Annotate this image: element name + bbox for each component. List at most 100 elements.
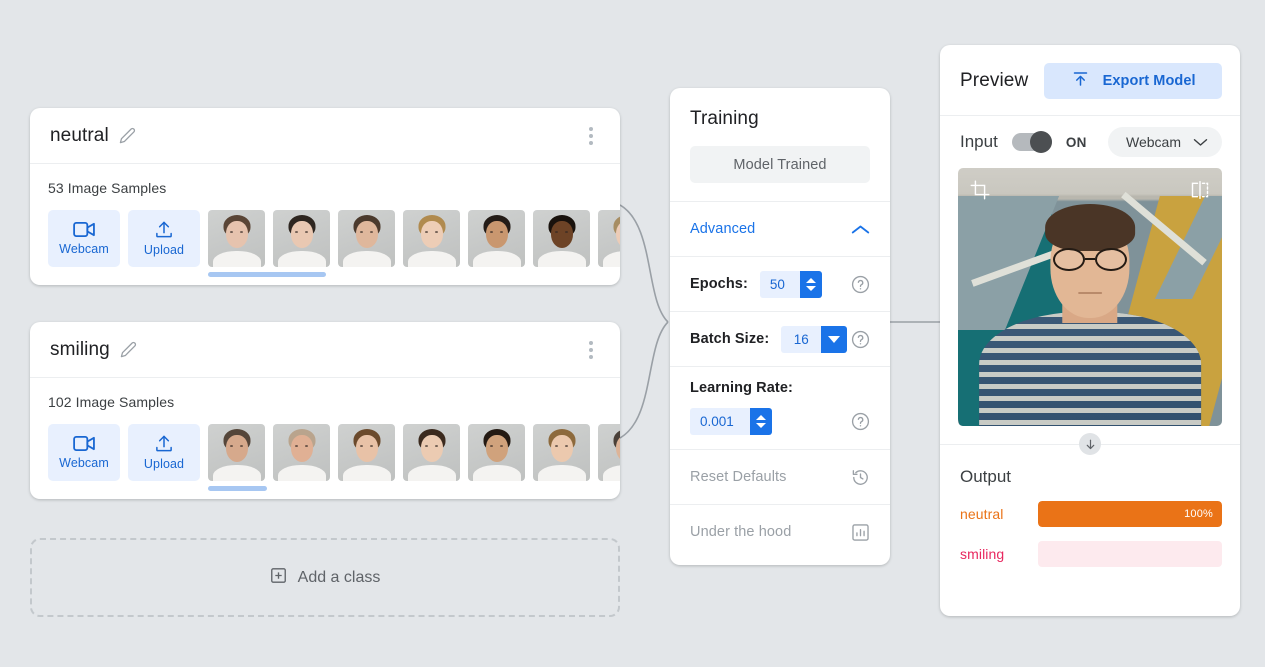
chevron-up-icon[interactable] xyxy=(851,223,870,236)
thumbnail-scroll-thumb[interactable] xyxy=(208,486,267,491)
class-card-neutral: neutral 53 Image Samples Webcam Upload xyxy=(30,108,620,285)
learning-rate-value[interactable]: 0.001 xyxy=(690,408,750,435)
under-the-hood-label: Under the hood xyxy=(690,524,791,540)
training-title: Training xyxy=(690,108,870,130)
export-model-label: Export Model xyxy=(1103,73,1196,89)
class-body: 53 Image Samples Webcam Upload xyxy=(30,164,620,285)
class-header: neutral xyxy=(30,108,620,164)
thumbnail-scrollbar[interactable] xyxy=(208,486,630,491)
sample-thumbnail[interactable] xyxy=(273,424,330,481)
under-the-hood-row[interactable]: Under the hood xyxy=(670,505,890,559)
output-row: neutral 100% xyxy=(940,501,1240,527)
add-class-button[interactable]: Add a class xyxy=(30,538,620,617)
reset-defaults-label: Reset Defaults xyxy=(690,469,787,485)
epochs-value[interactable]: 50 xyxy=(760,271,800,298)
epochs-row: Epochs: 50 xyxy=(670,257,890,311)
add-square-icon xyxy=(270,567,287,589)
sample-thumbnail[interactable] xyxy=(338,210,395,267)
class-title: neutral xyxy=(50,125,109,147)
sample-thumbnail[interactable] xyxy=(208,210,265,267)
batch-size-value[interactable]: 16 xyxy=(781,326,821,353)
edit-pencil-icon[interactable] xyxy=(119,127,136,144)
epochs-label: Epochs: xyxy=(690,276,748,292)
crop-icon[interactable] xyxy=(970,180,990,205)
sample-count-label: 53 Image Samples xyxy=(48,180,620,196)
webcam-label: Webcam xyxy=(59,456,109,470)
thumbnail-scrollbar[interactable] xyxy=(208,272,630,277)
class-title: smiling xyxy=(50,339,110,361)
output-bar-smiling xyxy=(1038,541,1222,567)
webcam-label: Webcam xyxy=(59,242,109,256)
learning-rate-row: Learning Rate: 0.001 xyxy=(670,367,890,449)
output-label-neutral: neutral xyxy=(960,506,1038,522)
output-title: Output xyxy=(940,467,1240,487)
advanced-toggle-row[interactable]: Advanced xyxy=(670,202,890,256)
edit-pencil-icon[interactable] xyxy=(120,341,137,358)
batch-size-dropdown-icon[interactable] xyxy=(821,326,847,353)
sample-thumbnail[interactable] xyxy=(533,424,590,481)
learning-rate-spinner[interactable] xyxy=(750,408,772,435)
upload-label: Upload xyxy=(144,457,184,471)
preview-panel: Preview Export Model Input ON Webcam xyxy=(940,45,1240,616)
training-panel: Training Model Trained Advanced Epochs: … xyxy=(670,88,890,565)
toggle-state-label: ON xyxy=(1066,135,1087,150)
learning-rate-stepper[interactable]: 0.001 xyxy=(690,408,772,435)
sample-thumbnail[interactable] xyxy=(533,210,590,267)
export-upload-icon xyxy=(1071,70,1090,92)
input-source-value: Webcam xyxy=(1126,134,1181,150)
epochs-spinner[interactable] xyxy=(800,271,822,298)
sample-thumbnail[interactable] xyxy=(468,424,525,481)
reset-defaults-row[interactable]: Reset Defaults xyxy=(670,450,890,504)
output-percent-neutral: 100% xyxy=(1184,508,1222,520)
train-model-button[interactable]: Model Trained xyxy=(690,146,870,183)
input-source-select[interactable]: Webcam xyxy=(1108,127,1222,157)
class-menu-icon[interactable] xyxy=(580,337,602,363)
learning-rate-help-icon[interactable] xyxy=(851,412,870,431)
sample-thumbnail[interactable] xyxy=(403,210,460,267)
learning-rate-label: Learning Rate: xyxy=(690,380,870,396)
class-card-smiling: smiling 102 Image Samples Webcam Upload xyxy=(30,322,620,499)
sample-strip: Webcam Upload xyxy=(48,424,620,481)
output-label-smiling: smiling xyxy=(960,546,1038,562)
class-header: smiling xyxy=(30,322,620,378)
sample-count-label: 102 Image Samples xyxy=(48,394,620,410)
thumbnail-list-neutral[interactable] xyxy=(208,210,620,267)
batch-size-label: Batch Size: xyxy=(690,331,769,347)
chevron-down-icon xyxy=(1193,134,1208,150)
batch-size-select[interactable]: 16 xyxy=(781,326,847,353)
add-class-label: Add a class xyxy=(298,569,381,587)
bar-chart-icon[interactable] xyxy=(851,523,870,542)
sample-thumbnail[interactable] xyxy=(468,210,525,267)
sample-thumbnail[interactable] xyxy=(598,424,620,481)
sample-thumbnail[interactable] xyxy=(273,210,330,267)
batch-size-row: Batch Size: 16 xyxy=(670,312,890,366)
thumbnail-scroll-thumb[interactable] xyxy=(208,272,326,277)
sample-thumbnail[interactable] xyxy=(403,424,460,481)
output-bar-neutral: 100% xyxy=(1038,501,1222,527)
class-menu-icon[interactable] xyxy=(580,123,602,149)
upload-button-smiling[interactable]: Upload xyxy=(128,424,200,481)
sample-thumbnail[interactable] xyxy=(208,424,265,481)
epochs-stepper[interactable]: 50 xyxy=(760,271,822,298)
input-label: Input xyxy=(960,132,998,152)
history-restore-icon[interactable] xyxy=(851,468,870,487)
upload-button-neutral[interactable]: Upload xyxy=(128,210,200,267)
export-model-button[interactable]: Export Model xyxy=(1044,63,1222,99)
class-body: 102 Image Samples Webcam Upload xyxy=(30,378,620,499)
sample-strip: Webcam Upload xyxy=(48,210,620,267)
sample-thumbnail[interactable] xyxy=(598,210,620,267)
thumbnail-list-smiling[interactable] xyxy=(208,424,620,481)
webcam-button-smiling[interactable]: Webcam xyxy=(48,424,120,481)
training-header: Training Model Trained xyxy=(670,88,890,183)
advanced-label: Advanced xyxy=(690,221,755,237)
app-canvas: neutral 53 Image Samples Webcam Upload xyxy=(0,0,1265,667)
input-toggle[interactable] xyxy=(1012,133,1052,151)
webcam-preview[interactable] xyxy=(958,168,1222,426)
output-row: smiling xyxy=(940,541,1240,567)
webcam-button-neutral[interactable]: Webcam xyxy=(48,210,120,267)
batch-size-help-icon[interactable] xyxy=(851,330,870,349)
mirror-flip-icon[interactable] xyxy=(1190,180,1210,205)
epochs-help-icon[interactable] xyxy=(851,275,870,294)
scroll-down-button[interactable] xyxy=(1079,433,1101,455)
sample-thumbnail[interactable] xyxy=(338,424,395,481)
